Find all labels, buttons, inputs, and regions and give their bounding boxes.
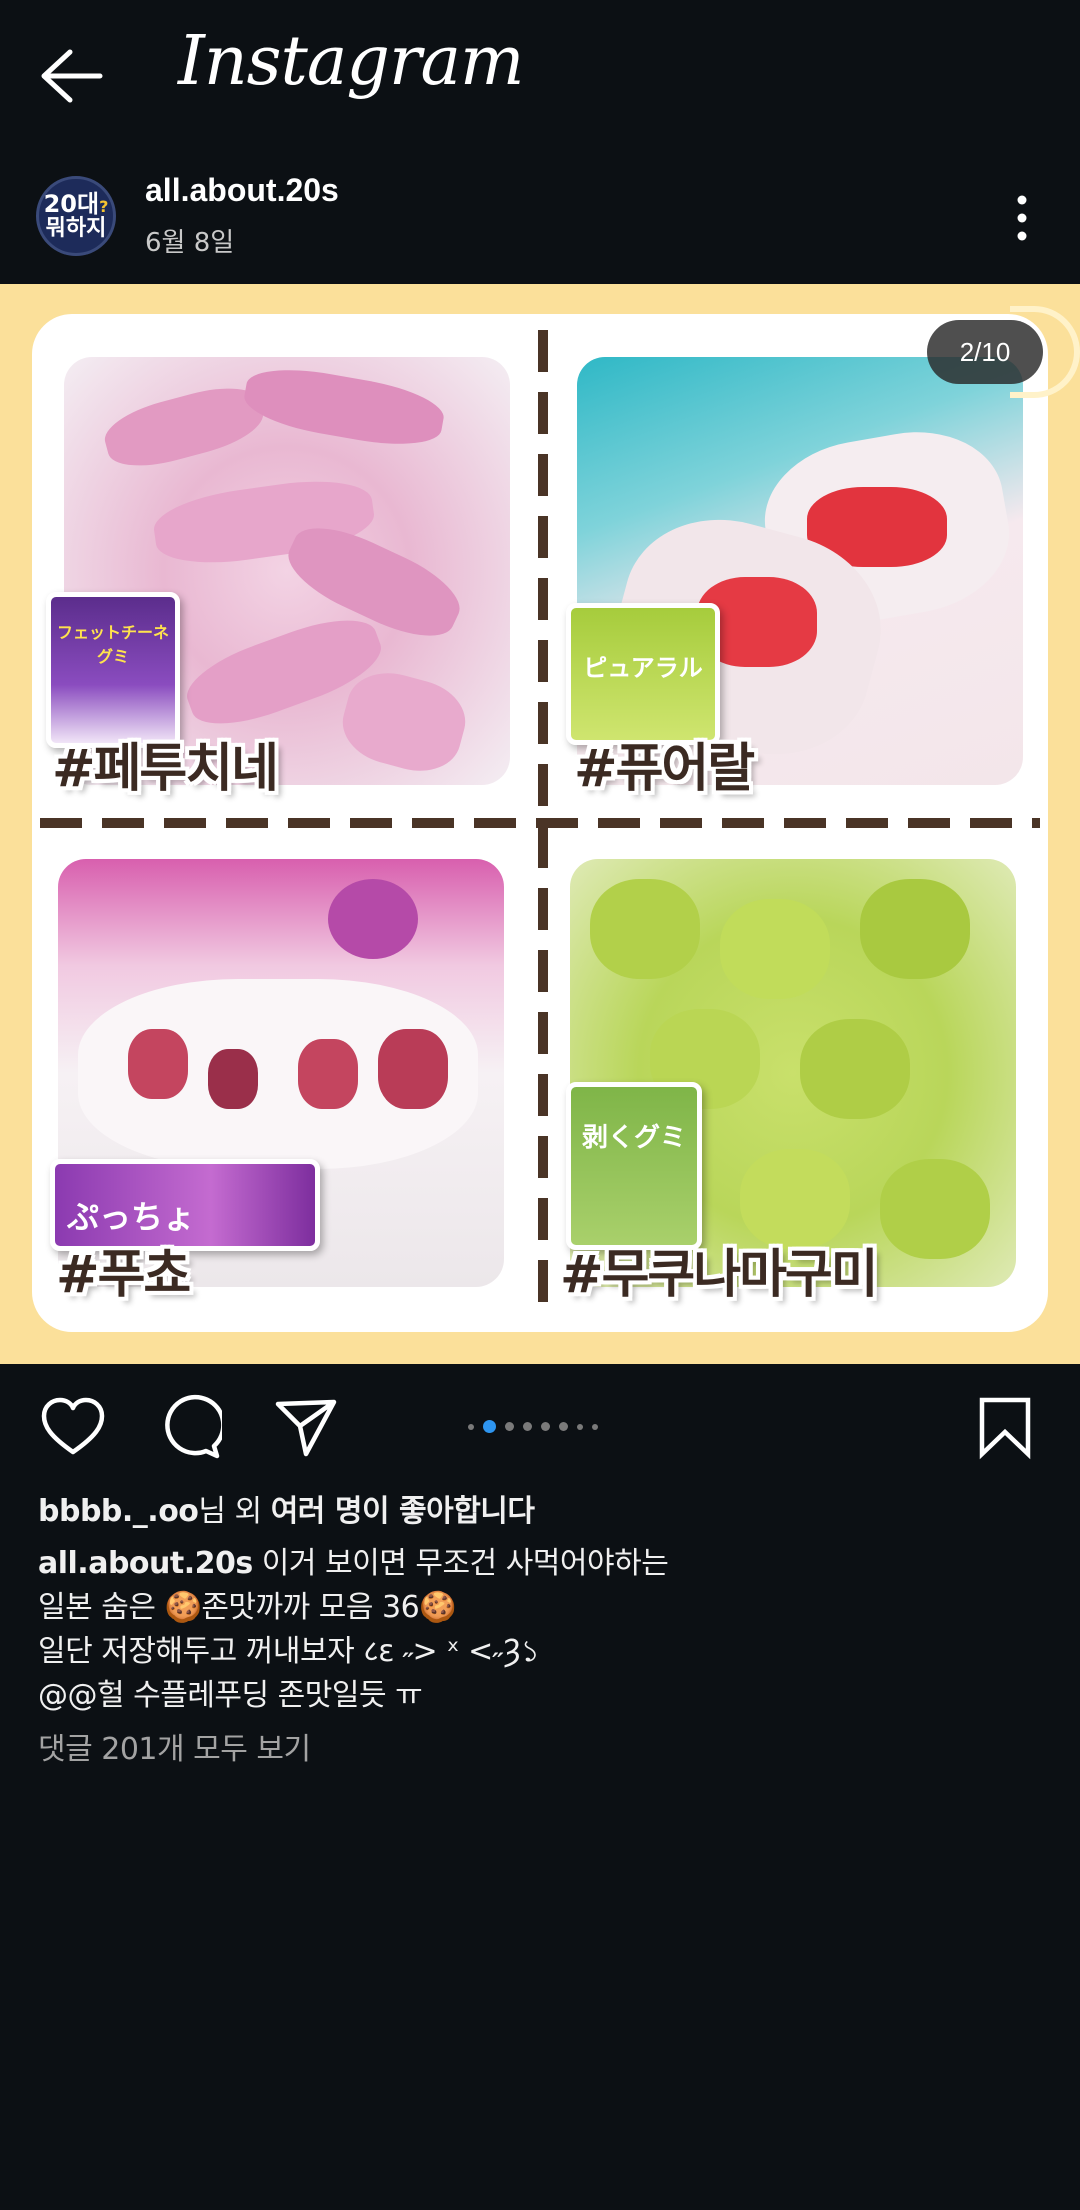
- grid-divider-horizontal: [40, 818, 1040, 828]
- caption-line-2: 일본 숨은 🍪존맛까까 모음 36🍪: [38, 1590, 457, 1625]
- avatar-text-top: 20대: [43, 190, 100, 218]
- back-arrow-icon[interactable]: [36, 44, 112, 108]
- carousel-dot: [541, 1422, 550, 1431]
- candy-label-1: #페투치네: [52, 739, 279, 799]
- caption-line-4: @@헐 수플레푸딩 존맛일듯 ㅠ: [38, 1678, 423, 1713]
- carousel-counter: 2/10: [927, 320, 1043, 384]
- comment-icon[interactable]: [156, 1394, 222, 1460]
- likes-line[interactable]: bbbb._.oo님 외 여러 명이 좋아합니다: [38, 1486, 535, 1530]
- post-username[interactable]: all.about.20s: [145, 172, 339, 209]
- avatar[interactable]: 20대? 뭐하지: [36, 176, 116, 256]
- carousel-dot: [523, 1422, 532, 1431]
- carousel-dot: [505, 1422, 514, 1431]
- likes-suffix: 님 외: [198, 1494, 271, 1529]
- candy-package-1: フェットチーネグミ: [46, 592, 180, 748]
- post-actions: [0, 1364, 1080, 1484]
- candy-label-4: #무쿠나마구미: [560, 1245, 879, 1305]
- share-icon[interactable]: [272, 1394, 338, 1460]
- post-date: 6월 8일: [145, 228, 235, 258]
- view-all-comments-link[interactable]: 댓글 201개 모두 보기: [38, 1724, 311, 1768]
- carousel-dot: [468, 1423, 474, 1430]
- top-bar: Instagram: [0, 0, 1080, 150]
- avatar-text-bottom: 뭐하지: [45, 216, 107, 241]
- carousel-dot-active: [483, 1420, 496, 1433]
- candy-package-2-text: ピュアラル: [583, 654, 703, 682]
- candy-package-4-text: 剥くグミ: [581, 1123, 686, 1153]
- heart-icon[interactable]: [40, 1394, 106, 1460]
- caption-line-1: all.about.20s 이거 보이면 무조건 사먹어야하는: [38, 1538, 669, 1582]
- candy-label-2: #퓨어랄: [574, 739, 755, 799]
- candy-label-3: #푸쵸: [56, 1245, 191, 1305]
- carousel-dot: [592, 1423, 598, 1430]
- avatar-text-mark: ?: [99, 197, 109, 216]
- likes-user[interactable]: bbbb._.oo: [38, 1494, 199, 1529]
- carousel-indicator: [468, 1420, 598, 1433]
- candy-package-2: ピュアラル: [566, 603, 720, 745]
- candy-package-1-text: フェットチーネグミ: [57, 623, 170, 666]
- likes-rest: 여러 명이 좋아합니다: [270, 1494, 535, 1529]
- caption-username[interactable]: all.about.20s: [38, 1546, 253, 1581]
- more-vertical-icon[interactable]: [1000, 188, 1044, 248]
- caption-text-1: 이거 보이면 무조건 사먹어야하는: [252, 1546, 669, 1581]
- bookmark-icon[interactable]: [972, 1394, 1038, 1460]
- candy-package-4: 剥くグミ: [566, 1082, 702, 1250]
- carousel-dot: [577, 1423, 583, 1430]
- post-header: 20대? 뭐하지 all.about.20s 6월 8일: [0, 160, 1080, 284]
- carousel-dot: [559, 1422, 568, 1431]
- app-logo: Instagram: [178, 22, 524, 101]
